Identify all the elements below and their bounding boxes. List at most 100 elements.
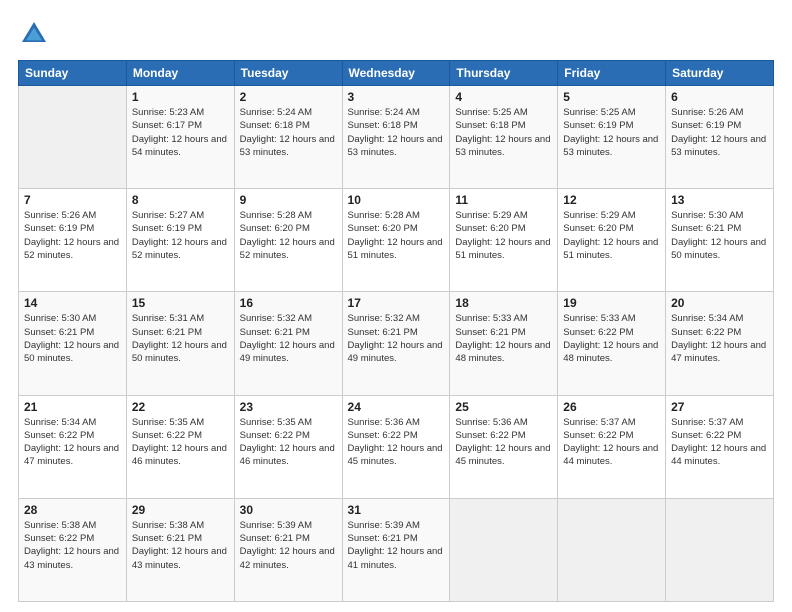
calendar-cell: 6 Sunrise: 5:26 AM Sunset: 6:19 PM Dayli… xyxy=(666,86,774,189)
calendar-cell: 29 Sunrise: 5:38 AM Sunset: 6:21 PM Dayl… xyxy=(126,498,234,601)
day-info: Sunrise: 5:39 AM Sunset: 6:21 PM Dayligh… xyxy=(240,519,337,572)
day-number: 11 xyxy=(455,193,552,207)
calendar-table: SundayMondayTuesdayWednesdayThursdayFrid… xyxy=(18,60,774,602)
calendar-cell: 25 Sunrise: 5:36 AM Sunset: 6:22 PM Dayl… xyxy=(450,395,558,498)
logo xyxy=(18,18,54,50)
calendar-week-1: 1 Sunrise: 5:23 AM Sunset: 6:17 PM Dayli… xyxy=(19,86,774,189)
calendar-cell: 4 Sunrise: 5:25 AM Sunset: 6:18 PM Dayli… xyxy=(450,86,558,189)
calendar-header-thursday: Thursday xyxy=(450,61,558,86)
day-info: Sunrise: 5:30 AM Sunset: 6:21 PM Dayligh… xyxy=(671,209,768,262)
day-info: Sunrise: 5:34 AM Sunset: 6:22 PM Dayligh… xyxy=(24,416,121,469)
day-info: Sunrise: 5:38 AM Sunset: 6:21 PM Dayligh… xyxy=(132,519,229,572)
calendar-cell: 31 Sunrise: 5:39 AM Sunset: 6:21 PM Dayl… xyxy=(342,498,450,601)
day-info: Sunrise: 5:25 AM Sunset: 6:19 PM Dayligh… xyxy=(563,106,660,159)
day-number: 20 xyxy=(671,296,768,310)
day-number: 29 xyxy=(132,503,229,517)
calendar-week-3: 14 Sunrise: 5:30 AM Sunset: 6:21 PM Dayl… xyxy=(19,292,774,395)
day-info: Sunrise: 5:37 AM Sunset: 6:22 PM Dayligh… xyxy=(671,416,768,469)
calendar-cell: 16 Sunrise: 5:32 AM Sunset: 6:21 PM Dayl… xyxy=(234,292,342,395)
day-number: 26 xyxy=(563,400,660,414)
day-info: Sunrise: 5:25 AM Sunset: 6:18 PM Dayligh… xyxy=(455,106,552,159)
day-number: 15 xyxy=(132,296,229,310)
day-number: 23 xyxy=(240,400,337,414)
calendar-cell: 10 Sunrise: 5:28 AM Sunset: 6:20 PM Dayl… xyxy=(342,189,450,292)
day-number: 7 xyxy=(24,193,121,207)
day-info: Sunrise: 5:36 AM Sunset: 6:22 PM Dayligh… xyxy=(348,416,445,469)
calendar-week-2: 7 Sunrise: 5:26 AM Sunset: 6:19 PM Dayli… xyxy=(19,189,774,292)
day-info: Sunrise: 5:32 AM Sunset: 6:21 PM Dayligh… xyxy=(348,312,445,365)
calendar-cell: 5 Sunrise: 5:25 AM Sunset: 6:19 PM Dayli… xyxy=(558,86,666,189)
day-number: 16 xyxy=(240,296,337,310)
day-info: Sunrise: 5:35 AM Sunset: 6:22 PM Dayligh… xyxy=(240,416,337,469)
calendar-cell: 30 Sunrise: 5:39 AM Sunset: 6:21 PM Dayl… xyxy=(234,498,342,601)
day-info: Sunrise: 5:24 AM Sunset: 6:18 PM Dayligh… xyxy=(240,106,337,159)
day-info: Sunrise: 5:33 AM Sunset: 6:22 PM Dayligh… xyxy=(563,312,660,365)
day-number: 18 xyxy=(455,296,552,310)
calendar-cell: 27 Sunrise: 5:37 AM Sunset: 6:22 PM Dayl… xyxy=(666,395,774,498)
day-info: Sunrise: 5:26 AM Sunset: 6:19 PM Dayligh… xyxy=(24,209,121,262)
day-number: 22 xyxy=(132,400,229,414)
calendar-cell: 28 Sunrise: 5:38 AM Sunset: 6:22 PM Dayl… xyxy=(19,498,127,601)
day-number: 1 xyxy=(132,90,229,104)
day-number: 17 xyxy=(348,296,445,310)
day-number: 25 xyxy=(455,400,552,414)
calendar-cell: 12 Sunrise: 5:29 AM Sunset: 6:20 PM Dayl… xyxy=(558,189,666,292)
calendar-week-4: 21 Sunrise: 5:34 AM Sunset: 6:22 PM Dayl… xyxy=(19,395,774,498)
day-info: Sunrise: 5:29 AM Sunset: 6:20 PM Dayligh… xyxy=(563,209,660,262)
calendar-cell: 13 Sunrise: 5:30 AM Sunset: 6:21 PM Dayl… xyxy=(666,189,774,292)
day-number: 2 xyxy=(240,90,337,104)
page: SundayMondayTuesdayWednesdayThursdayFrid… xyxy=(0,0,792,612)
calendar-cell xyxy=(558,498,666,601)
day-info: Sunrise: 5:28 AM Sunset: 6:20 PM Dayligh… xyxy=(240,209,337,262)
calendar-header-saturday: Saturday xyxy=(666,61,774,86)
calendar-cell: 14 Sunrise: 5:30 AM Sunset: 6:21 PM Dayl… xyxy=(19,292,127,395)
day-info: Sunrise: 5:28 AM Sunset: 6:20 PM Dayligh… xyxy=(348,209,445,262)
calendar-cell: 9 Sunrise: 5:28 AM Sunset: 6:20 PM Dayli… xyxy=(234,189,342,292)
calendar-header-sunday: Sunday xyxy=(19,61,127,86)
day-info: Sunrise: 5:33 AM Sunset: 6:21 PM Dayligh… xyxy=(455,312,552,365)
day-info: Sunrise: 5:39 AM Sunset: 6:21 PM Dayligh… xyxy=(348,519,445,572)
calendar-cell: 26 Sunrise: 5:37 AM Sunset: 6:22 PM Dayl… xyxy=(558,395,666,498)
day-number: 12 xyxy=(563,193,660,207)
day-info: Sunrise: 5:26 AM Sunset: 6:19 PM Dayligh… xyxy=(671,106,768,159)
day-info: Sunrise: 5:34 AM Sunset: 6:22 PM Dayligh… xyxy=(671,312,768,365)
day-number: 14 xyxy=(24,296,121,310)
calendar-cell: 8 Sunrise: 5:27 AM Sunset: 6:19 PM Dayli… xyxy=(126,189,234,292)
day-info: Sunrise: 5:24 AM Sunset: 6:18 PM Dayligh… xyxy=(348,106,445,159)
calendar-cell: 11 Sunrise: 5:29 AM Sunset: 6:20 PM Dayl… xyxy=(450,189,558,292)
day-number: 24 xyxy=(348,400,445,414)
header xyxy=(18,18,774,50)
day-info: Sunrise: 5:37 AM Sunset: 6:22 PM Dayligh… xyxy=(563,416,660,469)
calendar-cell: 7 Sunrise: 5:26 AM Sunset: 6:19 PM Dayli… xyxy=(19,189,127,292)
calendar-week-5: 28 Sunrise: 5:38 AM Sunset: 6:22 PM Dayl… xyxy=(19,498,774,601)
day-number: 21 xyxy=(24,400,121,414)
calendar-cell: 20 Sunrise: 5:34 AM Sunset: 6:22 PM Dayl… xyxy=(666,292,774,395)
calendar-cell: 1 Sunrise: 5:23 AM Sunset: 6:17 PM Dayli… xyxy=(126,86,234,189)
calendar-cell: 24 Sunrise: 5:36 AM Sunset: 6:22 PM Dayl… xyxy=(342,395,450,498)
calendar-header-friday: Friday xyxy=(558,61,666,86)
day-number: 3 xyxy=(348,90,445,104)
day-info: Sunrise: 5:35 AM Sunset: 6:22 PM Dayligh… xyxy=(132,416,229,469)
day-number: 19 xyxy=(563,296,660,310)
day-info: Sunrise: 5:38 AM Sunset: 6:22 PM Dayligh… xyxy=(24,519,121,572)
calendar-header-row: SundayMondayTuesdayWednesdayThursdayFrid… xyxy=(19,61,774,86)
calendar-cell: 23 Sunrise: 5:35 AM Sunset: 6:22 PM Dayl… xyxy=(234,395,342,498)
calendar-cell: 22 Sunrise: 5:35 AM Sunset: 6:22 PM Dayl… xyxy=(126,395,234,498)
calendar-cell xyxy=(666,498,774,601)
day-info: Sunrise: 5:29 AM Sunset: 6:20 PM Dayligh… xyxy=(455,209,552,262)
day-number: 5 xyxy=(563,90,660,104)
day-number: 4 xyxy=(455,90,552,104)
calendar-cell: 17 Sunrise: 5:32 AM Sunset: 6:21 PM Dayl… xyxy=(342,292,450,395)
calendar-cell: 3 Sunrise: 5:24 AM Sunset: 6:18 PM Dayli… xyxy=(342,86,450,189)
day-info: Sunrise: 5:36 AM Sunset: 6:22 PM Dayligh… xyxy=(455,416,552,469)
calendar-cell: 18 Sunrise: 5:33 AM Sunset: 6:21 PM Dayl… xyxy=(450,292,558,395)
day-number: 30 xyxy=(240,503,337,517)
logo-icon xyxy=(18,18,50,50)
calendar-cell xyxy=(450,498,558,601)
calendar-header-wednesday: Wednesday xyxy=(342,61,450,86)
day-number: 8 xyxy=(132,193,229,207)
day-number: 31 xyxy=(348,503,445,517)
calendar-cell xyxy=(19,86,127,189)
calendar-header-monday: Monday xyxy=(126,61,234,86)
day-info: Sunrise: 5:31 AM Sunset: 6:21 PM Dayligh… xyxy=(132,312,229,365)
